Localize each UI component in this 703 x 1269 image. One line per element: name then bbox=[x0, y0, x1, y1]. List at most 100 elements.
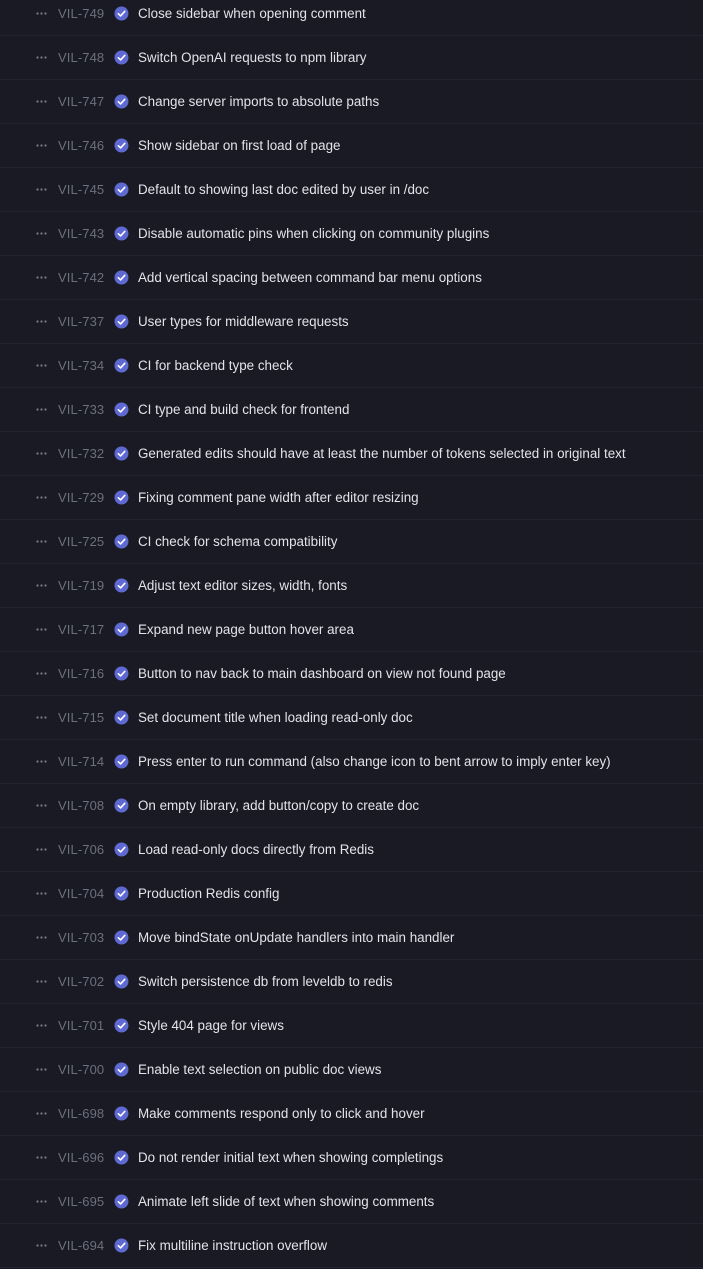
issue-row[interactable]: VIL-743 Disable automatic pins when clic… bbox=[0, 212, 703, 256]
issue-title: Do not render initial text when showing … bbox=[138, 1150, 444, 1165]
done-status-icon[interactable] bbox=[114, 578, 129, 593]
done-status-icon[interactable] bbox=[114, 402, 129, 417]
more-horizontal-icon[interactable] bbox=[34, 9, 48, 19]
more-horizontal-icon[interactable] bbox=[34, 801, 48, 811]
issue-row[interactable]: VIL-715 Set document title when loading … bbox=[0, 696, 703, 740]
issue-row[interactable]: VIL-719 Adjust text editor sizes, width,… bbox=[0, 564, 703, 608]
done-status-icon[interactable] bbox=[114, 622, 129, 637]
issue-title: Fixing comment pane width after editor r… bbox=[138, 490, 419, 505]
done-status-icon[interactable] bbox=[114, 1238, 129, 1253]
more-horizontal-icon[interactable] bbox=[34, 977, 48, 987]
done-status-icon[interactable] bbox=[114, 1106, 129, 1121]
more-horizontal-icon[interactable] bbox=[34, 1153, 48, 1163]
more-horizontal-icon[interactable] bbox=[34, 361, 48, 371]
done-status-icon[interactable] bbox=[114, 182, 129, 197]
issue-identifier: VIL-701 bbox=[58, 1018, 105, 1033]
more-horizontal-icon[interactable] bbox=[34, 185, 48, 195]
issue-identifier: VIL-706 bbox=[58, 842, 105, 857]
issue-row[interactable]: VIL-698 Make comments respond only to cl… bbox=[0, 1092, 703, 1136]
issue-row[interactable]: VIL-714 Press enter to run command (also… bbox=[0, 740, 703, 784]
done-status-icon[interactable] bbox=[114, 94, 129, 109]
done-status-icon[interactable] bbox=[114, 798, 129, 813]
more-horizontal-icon[interactable] bbox=[34, 493, 48, 503]
done-status-icon[interactable] bbox=[114, 930, 129, 945]
more-horizontal-icon[interactable] bbox=[34, 405, 48, 415]
more-horizontal-icon[interactable] bbox=[34, 581, 48, 591]
done-status-icon[interactable] bbox=[114, 314, 129, 329]
more-horizontal-icon[interactable] bbox=[34, 625, 48, 635]
more-horizontal-icon[interactable] bbox=[34, 933, 48, 943]
more-horizontal-icon[interactable] bbox=[34, 1021, 48, 1031]
issue-row[interactable]: VIL-717 Expand new page button hover are… bbox=[0, 608, 703, 652]
issue-row[interactable]: VIL-694 Fix multiline instruction overfl… bbox=[0, 1224, 703, 1268]
more-horizontal-icon[interactable] bbox=[34, 889, 48, 899]
issue-row[interactable]: VIL-708 On empty library, add button/cop… bbox=[0, 784, 703, 828]
more-horizontal-icon[interactable] bbox=[34, 53, 48, 63]
done-status-icon[interactable] bbox=[114, 1150, 129, 1165]
issue-row[interactable]: VIL-746 Show sidebar on first load of pa… bbox=[0, 124, 703, 168]
issue-identifier: VIL-694 bbox=[58, 1238, 105, 1253]
issue-row[interactable]: VIL-737 User types for middleware reques… bbox=[0, 300, 703, 344]
issue-row[interactable]: VIL-734 CI for backend type check bbox=[0, 344, 703, 388]
issue-row[interactable]: VIL-695 Animate left slide of text when … bbox=[0, 1180, 703, 1224]
issue-row[interactable]: VIL-704 Production Redis config bbox=[0, 872, 703, 916]
done-status-icon[interactable] bbox=[114, 842, 129, 857]
done-status-icon[interactable] bbox=[114, 1062, 129, 1077]
more-horizontal-icon[interactable] bbox=[34, 229, 48, 239]
more-horizontal-icon[interactable] bbox=[34, 757, 48, 767]
issue-row[interactable]: VIL-742 Add vertical spacing between com… bbox=[0, 256, 703, 300]
issue-row[interactable]: VIL-749 Close sidebar when opening comme… bbox=[0, 0, 703, 36]
issue-row[interactable]: VIL-716 Button to nav back to main dashb… bbox=[0, 652, 703, 696]
more-horizontal-icon[interactable] bbox=[34, 317, 48, 327]
done-status-icon[interactable] bbox=[114, 1018, 129, 1033]
more-horizontal-icon[interactable] bbox=[34, 845, 48, 855]
more-horizontal-icon[interactable] bbox=[34, 141, 48, 151]
more-horizontal-icon[interactable] bbox=[34, 449, 48, 459]
done-status-icon[interactable] bbox=[114, 50, 129, 65]
issue-title: Enable text selection on public doc view… bbox=[138, 1062, 382, 1077]
more-horizontal-icon[interactable] bbox=[34, 1197, 48, 1207]
done-status-icon[interactable] bbox=[114, 358, 129, 373]
issue-title: Style 404 page for views bbox=[138, 1018, 284, 1033]
issue-row[interactable]: VIL-748 Switch OpenAI requests to npm li… bbox=[0, 36, 703, 80]
done-status-icon[interactable] bbox=[114, 138, 129, 153]
done-status-icon[interactable] bbox=[114, 226, 129, 241]
issue-title: User types for middleware requests bbox=[138, 314, 349, 329]
done-status-icon[interactable] bbox=[114, 710, 129, 725]
issue-row[interactable]: VIL-701 Style 404 page for views bbox=[0, 1004, 703, 1048]
issue-row[interactable]: VIL-702 Switch persistence db from level… bbox=[0, 960, 703, 1004]
done-status-icon[interactable] bbox=[114, 490, 129, 505]
more-horizontal-icon[interactable] bbox=[34, 713, 48, 723]
issue-row[interactable]: VIL-696 Do not render initial text when … bbox=[0, 1136, 703, 1180]
more-horizontal-icon[interactable] bbox=[34, 537, 48, 547]
done-status-icon[interactable] bbox=[114, 754, 129, 769]
issue-row[interactable]: VIL-729 Fixing comment pane width after … bbox=[0, 476, 703, 520]
done-status-icon[interactable] bbox=[114, 446, 129, 461]
issue-list: VIL-749 Close sidebar when opening comme… bbox=[0, 0, 703, 1268]
issue-title: Button to nav back to main dashboard on … bbox=[138, 666, 506, 681]
issue-row[interactable]: VIL-706 Load read-only docs directly fro… bbox=[0, 828, 703, 872]
more-horizontal-icon[interactable] bbox=[34, 97, 48, 107]
issue-row[interactable]: VIL-732 Generated edits should have at l… bbox=[0, 432, 703, 476]
done-status-icon[interactable] bbox=[114, 534, 129, 549]
issue-identifier: VIL-745 bbox=[58, 182, 105, 197]
issue-row[interactable]: VIL-703 Move bindState onUpdate handlers… bbox=[0, 916, 703, 960]
more-horizontal-icon[interactable] bbox=[34, 1065, 48, 1075]
more-horizontal-icon[interactable] bbox=[34, 273, 48, 283]
issue-row[interactable]: VIL-733 CI type and build check for fron… bbox=[0, 388, 703, 432]
done-status-icon[interactable] bbox=[114, 666, 129, 681]
issue-title: Production Redis config bbox=[138, 886, 280, 901]
more-horizontal-icon[interactable] bbox=[34, 1109, 48, 1119]
more-horizontal-icon[interactable] bbox=[34, 1241, 48, 1251]
issue-identifier: VIL-703 bbox=[58, 930, 105, 945]
issue-row[interactable]: VIL-747 Change server imports to absolut… bbox=[0, 80, 703, 124]
done-status-icon[interactable] bbox=[114, 270, 129, 285]
done-status-icon[interactable] bbox=[114, 974, 129, 989]
done-status-icon[interactable] bbox=[114, 6, 129, 21]
more-horizontal-icon[interactable] bbox=[34, 669, 48, 679]
done-status-icon[interactable] bbox=[114, 1194, 129, 1209]
issue-row[interactable]: VIL-745 Default to showing last doc edit… bbox=[0, 168, 703, 212]
issue-row[interactable]: VIL-725 CI check for schema compatibilit… bbox=[0, 520, 703, 564]
done-status-icon[interactable] bbox=[114, 886, 129, 901]
issue-row[interactable]: VIL-700 Enable text selection on public … bbox=[0, 1048, 703, 1092]
